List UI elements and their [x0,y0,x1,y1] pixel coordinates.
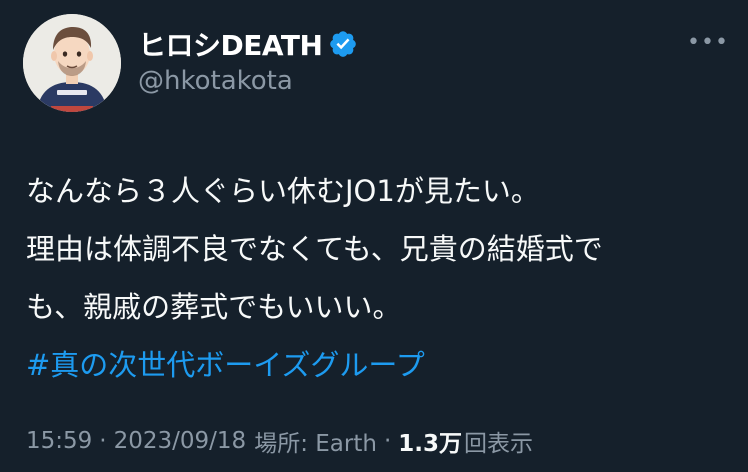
tweet-text: なんなら３人ぐらい休むJO1が見たい。 理由は体調不良でなくても、兄貴の結婚式で… [26,162,726,394]
author-display-name[interactable]: ヒロシDEATH [138,24,323,64]
avatar[interactable] [23,14,121,112]
avatar-illustration-icon [23,14,121,112]
author-name-row[interactable]: ヒロシDEATH [138,24,358,64]
more-options-button[interactable]: ••• [687,29,729,55]
separator: · [99,428,107,454]
tweet-text-line: も、親戚の葬式でもいいい。 [26,290,402,324]
hashtag-link[interactable]: #真の次世代ボーイズグループ [26,336,726,394]
author-handle[interactable]: @hkotakota [138,66,293,96]
verified-badge-icon[interactable] [328,29,358,59]
more-horizontal-icon: ••• [687,29,729,55]
tweet-time[interactable]: 15:59 [26,428,92,454]
tweet-date[interactable]: 2023/09/18 [114,428,247,454]
tweet-text-line: なんなら３人ぐらい休むJO1が見たい。 [26,174,540,208]
tweet-card: ヒロシDEATH @hkotakota ••• なんなら３人ぐらい休むJO1が見… [0,0,748,472]
tweet-text-line: 理由は体調不良でなくても、兄貴の結婚式で [26,232,603,266]
tweet-metadata: 15:59 · 2023/09/18 場所: Earth · 1.3万 回表示 [26,422,533,460]
views-label: 回表示 [464,431,533,457]
views-count[interactable]: 1.3万 [398,424,462,458]
tweet-location: 場所: Earth [254,431,377,457]
separator: · [383,428,392,454]
